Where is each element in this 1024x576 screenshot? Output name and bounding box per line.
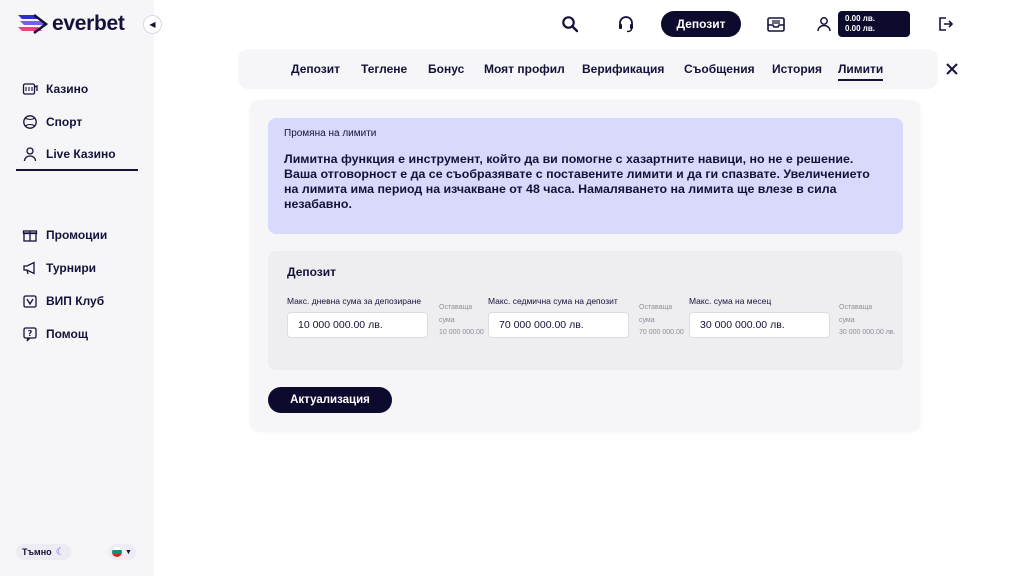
sidebar-item-help[interactable]: ? Помощ bbox=[16, 317, 138, 350]
update-limits-button[interactable]: Актуализация bbox=[268, 387, 392, 413]
sidebar-item-tournaments[interactable]: Турнири bbox=[16, 251, 138, 284]
sidebar-item-sport[interactable]: Спорт bbox=[16, 105, 138, 138]
megaphone-icon bbox=[23, 260, 35, 275]
deposit-limits-title: Депозит bbox=[287, 265, 337, 279]
monthly-limit-label: Макс. сума на месец bbox=[689, 296, 772, 306]
close-button[interactable] bbox=[943, 60, 961, 78]
remaining-value: 30 000 000.00 лв. bbox=[839, 329, 896, 336]
sidebar: everbet Казино Спорт Live Казино Промоци… bbox=[0, 0, 154, 576]
logout-icon bbox=[939, 17, 953, 31]
balance-display[interactable]: 0.00 лв. 0.00 лв. bbox=[838, 11, 910, 37]
tab-my-profile[interactable]: Моят профил bbox=[484, 62, 565, 79]
sidebar-item-label: Промоции bbox=[46, 227, 108, 242]
balance-bonus: 0.00 лв. bbox=[845, 24, 876, 33]
profile-button[interactable] bbox=[812, 12, 836, 36]
user-icon bbox=[817, 17, 831, 32]
everbet-logo-icon bbox=[18, 14, 48, 34]
deposit-limits-section: Депозит Макс. дневна сума за депозиране … bbox=[268, 251, 903, 370]
remaining-value: 10 000 000.00 bbox=[439, 329, 484, 336]
sidebar-item-live-casino[interactable]: Live Казино bbox=[16, 138, 138, 171]
sidebar-item-label: Казино bbox=[46, 81, 89, 96]
daily-remaining: Оставаща сума 10 000 000.00 bbox=[439, 302, 484, 340]
caret-left-icon: ◀ bbox=[149, 20, 156, 29]
brand-name: everbet bbox=[52, 12, 125, 35]
search-icon bbox=[562, 16, 579, 33]
help-icon: ? bbox=[23, 326, 37, 341]
tab-history[interactable]: История bbox=[772, 62, 822, 79]
limits-info-box: Промяна на лимити Лимитна функция е инст… bbox=[268, 118, 903, 234]
remaining-label: Оставаща bbox=[839, 304, 873, 311]
sidebar-item-casino[interactable]: Казино bbox=[16, 72, 138, 105]
tab-deposit[interactable]: Депозит bbox=[291, 62, 340, 79]
sidebar-item-label: Турнири bbox=[46, 260, 97, 275]
bulgaria-flag-icon bbox=[112, 547, 123, 557]
sidebar-item-label: ВИП Клуб bbox=[46, 293, 105, 308]
sport-icon bbox=[23, 114, 37, 129]
sidebar-item-label: Live Казино bbox=[46, 146, 116, 161]
theme-toggle[interactable]: Тъмно ☾ bbox=[16, 544, 71, 560]
gift-icon bbox=[22, 229, 38, 242]
theme-label: Тъмно bbox=[22, 547, 52, 557]
logout-button[interactable] bbox=[933, 12, 957, 36]
header-deposit-button[interactable]: Депозит bbox=[661, 11, 741, 37]
moon-icon: ☾ bbox=[55, 546, 65, 558]
info-text: Лимитна функция е инструмент, който да в… bbox=[284, 152, 870, 211]
daily-limit-input[interactable]: 10 000 000.00 лв. bbox=[287, 312, 428, 338]
sidebar-item-label: Спорт bbox=[46, 114, 83, 129]
monthly-limit-input[interactable]: 30 000 000.00 лв. bbox=[689, 312, 830, 338]
search-button[interactable] bbox=[558, 12, 582, 36]
close-icon bbox=[946, 63, 958, 75]
sidebar-nav-bottom: Промоции Турнири ВИП Клуб ? Помощ bbox=[16, 218, 138, 350]
sidebar-item-promotions[interactable]: Промоции bbox=[16, 218, 138, 251]
tab-bonus[interactable]: Бонус bbox=[428, 62, 464, 79]
vip-icon bbox=[23, 294, 37, 308]
weekly-remaining: Оставаща сума 70 000 000.00 bbox=[639, 302, 684, 340]
sidebar-collapse-button[interactable]: ◀ bbox=[143, 15, 162, 34]
daily-limit-label: Макс. дневна сума за депозиране bbox=[287, 296, 422, 306]
remaining-label: Оставаща bbox=[439, 304, 473, 311]
live-casino-icon bbox=[23, 146, 37, 161]
tab-withdraw[interactable]: Теглене bbox=[361, 62, 407, 79]
balance-main: 0.00 лв. bbox=[845, 14, 876, 23]
tab-verification[interactable]: Верификация bbox=[582, 62, 664, 79]
headset-icon bbox=[619, 16, 633, 33]
casino-icon bbox=[22, 82, 38, 95]
remaining-value: 70 000 000.00 bbox=[639, 329, 684, 336]
support-button[interactable] bbox=[614, 12, 638, 36]
remaining-label-sum: сума bbox=[839, 316, 855, 324]
sidebar-item-label: Помощ bbox=[46, 326, 88, 341]
sidebar-item-vip-club[interactable]: ВИП Клуб bbox=[16, 284, 138, 317]
weekly-limit-label: Макс. седмична сума на депозит bbox=[488, 296, 618, 306]
monthly-remaining: Оставаща сума 30 000 000.00 лв. bbox=[839, 302, 895, 340]
remaining-label-sum: сума bbox=[439, 316, 455, 324]
remaining-label-sum: сума bbox=[639, 316, 655, 324]
caret-down-icon: ▼ bbox=[125, 548, 132, 556]
tab-limits[interactable]: Лимити bbox=[838, 62, 884, 81]
messages-button[interactable] bbox=[764, 12, 788, 36]
language-selector[interactable]: ▼ bbox=[108, 544, 136, 560]
brand-logo[interactable]: everbet bbox=[16, 12, 125, 36]
remaining-label: Оставаща bbox=[639, 304, 673, 311]
weekly-limit-input[interactable]: 70 000 000.00 лв. bbox=[488, 312, 629, 338]
svg-text:?: ? bbox=[28, 329, 33, 338]
tab-messages[interactable]: Съобщения bbox=[684, 62, 755, 79]
sidebar-nav-top: Казино Спорт Live Казино bbox=[16, 72, 138, 171]
inbox-icon bbox=[767, 17, 785, 32]
info-title: Промяна на лимити bbox=[284, 128, 377, 139]
account-tabs: Депозит Теглене Бонус Моят профил Верифи… bbox=[238, 49, 938, 89]
